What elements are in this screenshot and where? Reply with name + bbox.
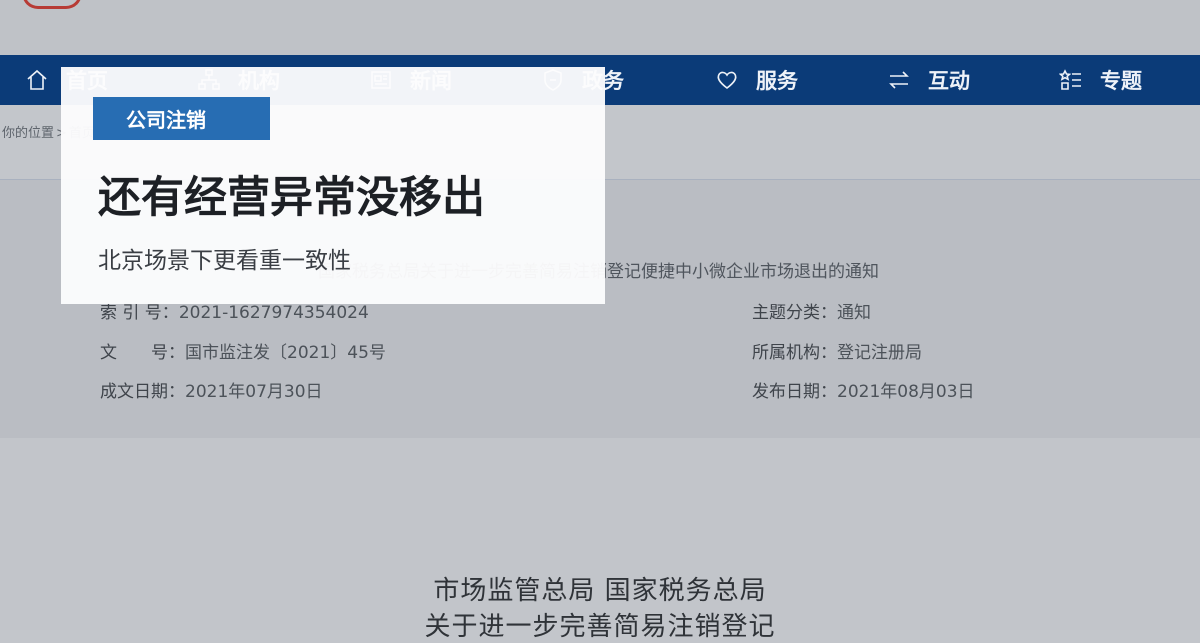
meta-label: 主题分类： (752, 303, 837, 323)
meta-value: 登记注册局 (837, 343, 922, 363)
meta-written-date: 成文日期：2021年07月30日 (100, 377, 323, 402)
meta-value: 通知 (837, 303, 871, 323)
category-tag: 公司注销 (93, 97, 270, 140)
meta-category: 主题分类：通知 (752, 298, 871, 323)
exchange-arrows-icon (886, 67, 912, 93)
meta-doc-number: 文 号：国市监注发〔2021〕45号 (100, 338, 386, 363)
nav-item-service[interactable]: 服务 (714, 55, 798, 105)
breadcrumb-prefix: 你的位置 (2, 126, 55, 141)
meta-label: 文 号： (100, 343, 185, 363)
document-heading-line2: 关于进一步完善简易注销登记 (424, 612, 776, 642)
nav-item-label: 服务 (756, 69, 798, 93)
meta-publish-date: 发布日期：2021年08月03日 (752, 377, 975, 402)
document-heading-line1: 市场监管总局 国家税务总局 (433, 576, 767, 606)
nav-item-label: 互动 (928, 69, 970, 93)
card-headline: 还有经营异常没移出 (98, 173, 485, 223)
home-icon (24, 67, 50, 93)
nav-item-label: 专题 (1100, 69, 1142, 93)
star-list-icon (1058, 67, 1084, 93)
meta-label: 所属机构： (752, 343, 837, 363)
meta-value: 2021年08月03日 (837, 382, 975, 402)
heart-icon (714, 67, 740, 93)
meta-value: 国市监注发〔2021〕45号 (185, 343, 386, 363)
meta-label: 索 引 号： (100, 303, 179, 323)
nav-item-interaction[interactable]: 互动 (886, 55, 970, 105)
meta-value: 2021-1627974354024 (178, 303, 369, 323)
card-subline: 北京场景下更看重一致性 (98, 248, 351, 274)
site-logo[interactable] (22, 0, 82, 9)
nav-item-topics[interactable]: 专题 (1058, 55, 1142, 105)
header-strip (0, 0, 1200, 55)
meta-organization: 所属机构：登记注册局 (752, 338, 922, 363)
meta-label: 发布日期： (752, 382, 837, 402)
meta-label: 成文日期： (100, 382, 185, 402)
meta-value: 2021年07月30日 (185, 382, 323, 402)
